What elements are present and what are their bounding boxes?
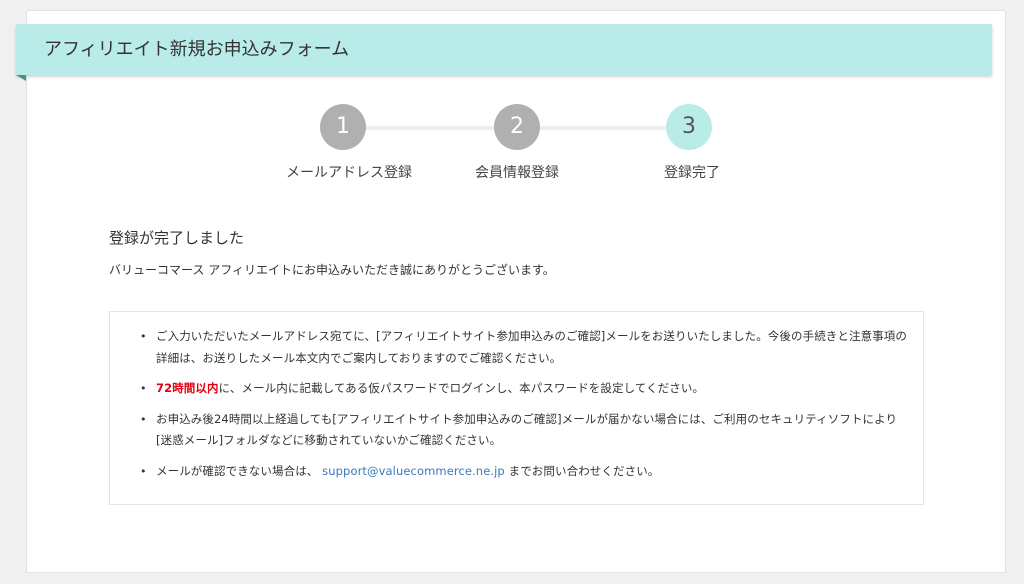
step-3-circle: 3 xyxy=(666,104,712,150)
bullet-icon: • xyxy=(140,412,147,426)
step-2-label: 会員情報登録 xyxy=(475,165,559,181)
step-2-circle: 2 xyxy=(494,104,540,150)
page-title: アフィリエイト新規お申込みフォーム xyxy=(44,39,350,60)
notice-text: に、メール内に記載してある仮パスワードでログインし、本パスワードを設定してくださ… xyxy=(218,381,705,395)
notice-item: • メールが確認できない場合は、 support@valuecommerce.n… xyxy=(140,461,910,483)
bullet-icon: • xyxy=(140,464,147,478)
thanks-message: バリューコマース アフィリエイトにお申込みいただき誠にありがとうございます。 xyxy=(109,263,555,277)
step-connector xyxy=(517,126,689,130)
bullet-icon: • xyxy=(140,382,147,395)
step-connector xyxy=(343,126,517,130)
deadline-highlight: 72時間以内 xyxy=(156,381,219,395)
notice-text: メールが確認できない場合は、 xyxy=(156,463,319,478)
notice-text: までお問い合わせください。 xyxy=(508,463,660,478)
bullet-icon: • xyxy=(140,330,147,343)
support-email-link[interactable]: support@valuecommerce.ne.jp xyxy=(322,464,505,478)
page-header: アフィリエイト新規お申込みフォーム xyxy=(16,24,992,75)
step-3-label: 登録完了 xyxy=(664,165,720,181)
notice-list: • ご入力いただいたメールアドレス宛てに、[アフィリエイトサイト参加申込みのご確… xyxy=(140,326,910,491)
step-1-label: メールアドレス登録 xyxy=(286,165,412,181)
notice-item: • ご入力いただいたメールアドレス宛てに、[アフィリエイトサイト参加申込みのご確… xyxy=(140,326,910,369)
notice-item: • お申込み後24時間以上経過しても[アフィリエイトサイト参加申込みのご確認]メ… xyxy=(140,409,910,452)
notice-box: • ご入力いただいたメールアドレス宛てに、[アフィリエイトサイト参加申込みのご確… xyxy=(109,311,924,505)
notice-text: ご入力いただいたメールアドレス宛てに、[アフィリエイトサイト参加申込みのご確認]… xyxy=(156,329,907,365)
ribbon-fold xyxy=(16,75,26,81)
notice-item: • 72時間以内に、メール内に記載してある仮パスワードでログインし、本パスワード… xyxy=(140,378,910,400)
step-1-circle: 1 xyxy=(320,104,366,150)
notice-text: お申込み後24時間以上経過しても[アフィリエイトサイト参加申込みのご確認]メール… xyxy=(156,411,898,448)
completion-heading: 登録が完了しました xyxy=(109,229,245,247)
